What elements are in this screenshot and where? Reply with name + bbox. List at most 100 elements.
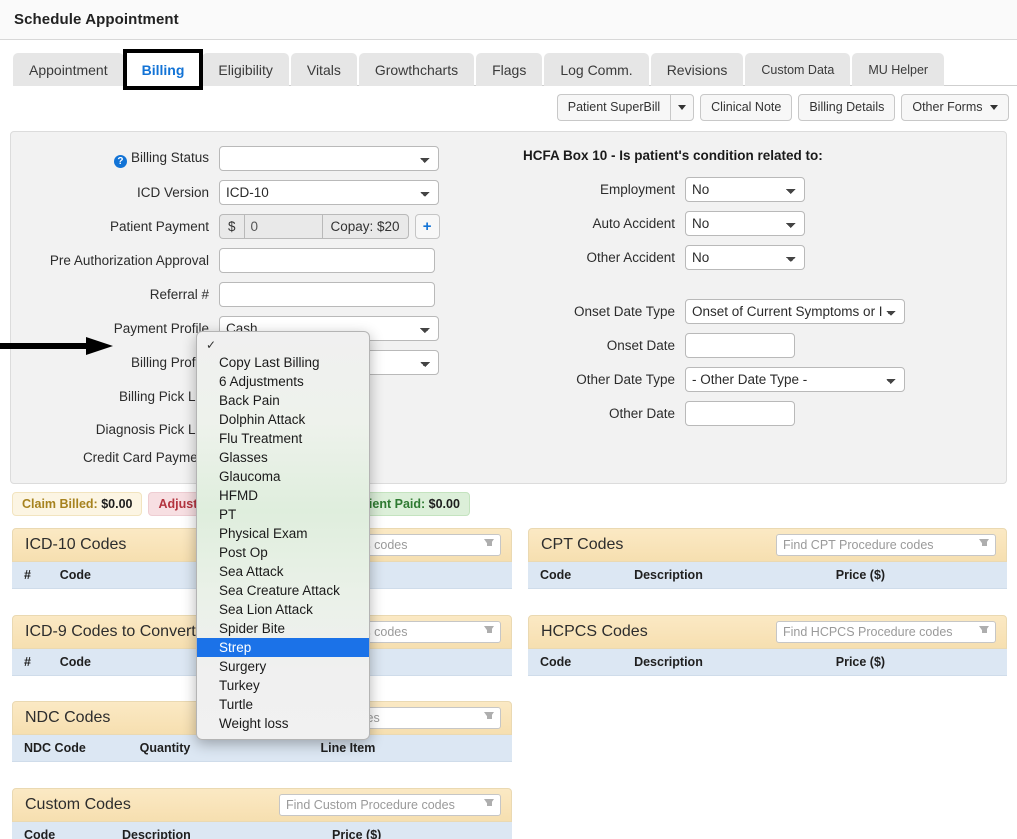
cpt-find-input[interactable]: Find CPT Procedure codes [776, 534, 996, 556]
referral-input[interactable] [219, 282, 435, 307]
custom-find-input[interactable]: Find Custom Procedure codes [279, 793, 501, 816]
icd-version-select[interactable]: ICD-10 [219, 180, 439, 205]
superbill-dropdown-toggle[interactable] [670, 94, 695, 121]
payment-profile-label: Payment Profile [113, 321, 209, 336]
tab-eligibility[interactable]: Eligibility [202, 53, 289, 86]
hcpcs-codes-header: HCPCS Codes Find HCPCS Procedure codes [528, 614, 1007, 649]
tab-growthcharts[interactable]: Growthcharts [358, 53, 475, 86]
dropdown-option[interactable]: Glaucoma [197, 467, 369, 486]
cpt-col-code: Code [528, 562, 635, 589]
empty-cell [528, 675, 1007, 689]
form-toolbar: Patient SuperBill Clinical Note Billing … [0, 86, 1017, 121]
claim-billed-label: Claim Billed: [22, 497, 98, 511]
icd10-col-number: # [12, 562, 60, 589]
tab-flags[interactable]: Flags [476, 53, 543, 86]
billing-status-label-text: Billing Status [130, 149, 209, 165]
billing-profile-dropdown-popup[interactable]: ✓ Copy Last Billing 6 Adjustments Back Pai… [196, 331, 370, 740]
dropdown-option[interactable]: Spider Bite [197, 619, 369, 638]
dropdown-option[interactable]: PT [197, 505, 369, 524]
other-date-input[interactable] [685, 401, 795, 426]
other-accident-select[interactable]: No [685, 245, 805, 270]
field-icd-version: ICD Version ICD-10 [21, 180, 453, 205]
hcpcs-codes-table: Code Description Price ($) [528, 648, 1007, 689]
diagnosis-pick-list-label: Diagnosis Pick List [95, 421, 209, 437]
billing-status-select[interactable] [219, 146, 439, 171]
superbill-button-group: Patient SuperBill [556, 94, 695, 121]
dropdown-option[interactable]: Back Pain [197, 391, 369, 410]
dropdown-option[interactable]: HFMD [197, 486, 369, 505]
table-row [12, 761, 512, 776]
custom-find-placeholder: Find Custom Procedure codes [286, 797, 455, 812]
tab-log-comm[interactable]: Log Comm. [544, 53, 649, 86]
billing-summary-badges: Claim Billed: $0.00 Adjustment: $0.00 $0… [12, 492, 1017, 516]
dropdown-option[interactable]: Weight loss [197, 714, 369, 733]
dropdown-arrow-icon [484, 798, 494, 806]
billing-status-label: ? Billing Status [21, 150, 219, 168]
dropdown-option[interactable]: 6 Adjustments [197, 372, 369, 391]
hcpcs-col-code: Code [528, 648, 635, 676]
patient-superbill-button[interactable]: Patient SuperBill [556, 94, 671, 121]
dropdown-arrow-icon [979, 539, 989, 546]
dropdown-arrow-icon [979, 625, 989, 633]
cpt-codes-section: CPT Codes Find CPT Procedure codes Code … [528, 528, 1007, 603]
tab-billing[interactable]: Billing [122, 49, 204, 90]
dropdown-option[interactable]: Dolphin Attack [197, 410, 369, 429]
patient-payment-input[interactable]: 0 [243, 214, 322, 239]
clinical-note-button[interactable]: Clinical Note [700, 94, 793, 121]
dropdown-option[interactable]: Surgery [197, 657, 369, 676]
dropdown-option[interactable]: Sea Creature Attack [197, 581, 369, 600]
hcpcs-codes-title: HCPCS Codes [541, 622, 648, 640]
dropdown-option[interactable]: Post Op [197, 543, 369, 562]
table-row [528, 588, 1007, 603]
dropdown-option[interactable]: Physical Exam [197, 524, 369, 543]
tab-mu-helper[interactable]: MU Helper [852, 53, 945, 86]
hcpcs-find-input[interactable]: Find HCPCS Procedure codes [776, 620, 996, 643]
add-payment-button[interactable]: + [414, 214, 440, 239]
hcpcs-col-price: Price ($) [835, 648, 1007, 676]
dropdown-option[interactable]: Glasses [197, 448, 369, 467]
custom-codes-title: Custom Codes [25, 795, 131, 813]
other-forms-button[interactable]: Other Forms [901, 94, 1009, 121]
dropdown-option[interactable]: Copy Last Billing [197, 353, 369, 372]
table-header-row: Code Description Price ($) [528, 648, 1007, 676]
page-title: Schedule Appointment [14, 11, 179, 28]
dropdown-option[interactable]: Strep [197, 638, 369, 657]
other-date-type-select[interactable]: - Other Date Type - [685, 367, 905, 392]
onset-date-input[interactable] [685, 333, 795, 358]
tab-appointment[interactable]: Appointment [13, 53, 124, 86]
pre-authorization-input[interactable] [219, 248, 435, 273]
billing-details-button[interactable]: Billing Details [798, 94, 896, 121]
auto-accident-select[interactable]: No [685, 211, 805, 236]
code-sections: ICD-10 Codes Find Diagnosis codes # Code [0, 516, 1017, 839]
employment-select[interactable]: No [685, 177, 805, 202]
ndc-col-code: NDC Code [12, 735, 140, 762]
employment-label: Employment [599, 182, 675, 197]
dropdown-option[interactable]: Turkey [197, 676, 369, 695]
dropdown-option[interactable]: Turtle [197, 695, 369, 714]
ndc-codes-table: NDC Code Quantity Line Item [12, 735, 512, 776]
field-onset-date-type: Onset Date Type Onset of Current Symptom… [485, 299, 996, 324]
custom-col-price: Price ($) [332, 821, 512, 839]
help-icon[interactable]: ? [113, 154, 127, 168]
referral-label: Referral # [149, 287, 209, 302]
billing-profile-label: Billing Profile [130, 355, 209, 370]
hcfa-box10-title: HCFA Box 10 - Is patient's condition rel… [523, 148, 823, 163]
custom-col-code: Code [12, 821, 122, 839]
other-date-type-label: Other Date Type [576, 372, 675, 387]
dropdown-option[interactable]: Sea Lion Attack [197, 600, 369, 619]
tab-vitals[interactable]: Vitals [290, 53, 357, 86]
field-onset-date: Onset Date [485, 333, 996, 358]
cpt-codes-table: Code Description Price ($) [528, 562, 1007, 603]
tab-bar: Appointment Billing Eligibility Vitals G… [0, 49, 1017, 90]
tab-custom-data[interactable]: Custom Data [745, 53, 851, 86]
dropdown-option[interactable]: Sea Attack [197, 562, 369, 581]
tab-revisions[interactable]: Revisions [650, 53, 744, 86]
custom-codes-section: Custom Codes Find Custom Procedure codes… [12, 787, 512, 839]
billing-page: Schedule Appointment Appointment Billing… [0, 0, 1017, 839]
pre-authorization-label: Pre Authorization Approval [49, 253, 209, 268]
cpt-col-description: Description [634, 562, 836, 589]
onset-date-type-select[interactable]: Onset of Current Symptoms or Illness [685, 299, 905, 324]
table-header-row: Code Description Price ($) [528, 562, 1007, 589]
dropdown-arrow-icon [484, 712, 494, 719]
dropdown-option[interactable]: Flu Treatment [197, 429, 369, 448]
